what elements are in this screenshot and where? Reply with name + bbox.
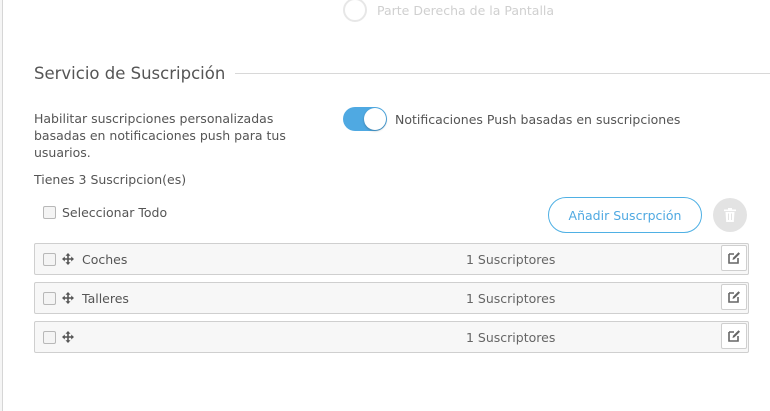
select-all[interactable]: Seleccionar Todo	[43, 205, 167, 220]
edit-button[interactable]	[721, 323, 747, 349]
edit-icon	[728, 291, 740, 303]
select-all-checkbox[interactable]	[43, 206, 56, 219]
push-toggle-row: Notificaciones Push basadas en suscripci…	[343, 107, 680, 131]
move-arrows-icon[interactable]	[62, 331, 74, 343]
edit-button[interactable]	[721, 284, 747, 310]
list-item: Coches 1 Suscriptores	[34, 243, 749, 275]
push-description: Habilitar suscripciones personalizadas b…	[34, 111, 286, 160]
section-title: Servicio de Suscripción	[34, 64, 226, 83]
settings-panel: Parte Derecha de la Pantalla Servicio de…	[2, 0, 770, 411]
subscriber-count: 1 Suscriptores	[466, 290, 556, 306]
screen-position-option[interactable]: Parte Derecha de la Pantalla	[343, 0, 554, 22]
subscription-count: Tienes 3 Suscripcion(es)	[34, 172, 187, 187]
list-item: Talleres 1 Suscriptores	[34, 282, 749, 314]
push-subscriptions-toggle[interactable]	[343, 107, 387, 131]
screen-position-label: Parte Derecha de la Pantalla	[377, 2, 555, 18]
radio-button[interactable]	[343, 0, 367, 22]
move-arrows-icon[interactable]	[62, 292, 74, 304]
edit-icon	[728, 330, 740, 342]
row-checkbox[interactable]	[43, 291, 56, 305]
push-toggle-label: Notificaciones Push basadas en suscripci…	[395, 111, 681, 127]
move-arrows-icon[interactable]	[62, 253, 74, 265]
edit-icon	[728, 252, 740, 264]
row-checkbox[interactable]	[43, 330, 56, 344]
subscriber-count: 1 Suscriptores	[466, 251, 556, 267]
select-all-label: Seleccionar Todo	[62, 205, 168, 220]
edit-button[interactable]	[721, 245, 747, 271]
subscription-list: Coches 1 Suscriptores Talleres 1 Suscrip…	[34, 243, 749, 360]
subscription-name: Coches	[82, 251, 128, 267]
trash-icon	[724, 208, 736, 222]
row-checkbox[interactable]	[43, 252, 56, 266]
subscription-name: Talleres	[82, 290, 129, 306]
delete-button[interactable]	[713, 198, 747, 232]
section-header: Servicio de Suscripción	[34, 64, 770, 83]
add-subscription-button[interactable]: Añadir Suscrpción	[548, 197, 702, 233]
list-item: 1 Suscriptores	[34, 321, 749, 353]
subscriber-count: 1 Suscriptores	[466, 329, 556, 345]
toggle-knob	[364, 108, 386, 130]
section-divider	[235, 73, 770, 74]
